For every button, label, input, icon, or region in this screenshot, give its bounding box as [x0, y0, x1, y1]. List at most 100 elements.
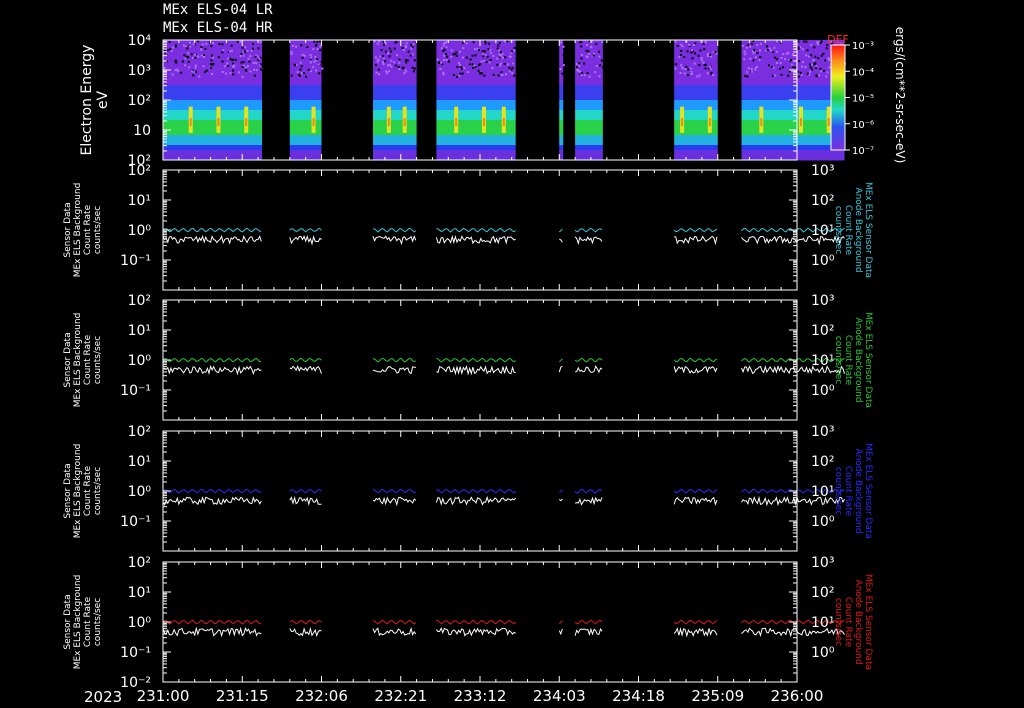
- spectrogram-speckle: [688, 43, 691, 46]
- spectrogram-speckle: [300, 72, 303, 75]
- right-y-tick-label: 10²: [811, 323, 834, 339]
- spectrogram-speckle: [301, 56, 304, 59]
- spectrogram-speckle: [316, 57, 319, 60]
- spectrogram-speckle: [227, 64, 230, 67]
- y-tick-label: 10²: [128, 424, 151, 440]
- spectrogram-speckle: [239, 40, 242, 43]
- spectrogram-speckle: [703, 48, 706, 51]
- spectrogram-speckle: [775, 58, 778, 61]
- line-panels-layer: [162, 227, 845, 638]
- spectrogram-speckle: [436, 58, 439, 61]
- spectrogram-speckle: [443, 42, 446, 45]
- y-label-line: Count Rate: [83, 465, 93, 516]
- spectrogram-speckle: [744, 75, 747, 78]
- spectrogram-speckle: [712, 73, 715, 76]
- spectrogram-speckle: [411, 53, 414, 56]
- spectrogram-cell: [575, 125, 603, 131]
- spectrogram-speckle: [559, 41, 562, 44]
- spectrogram-speckle: [384, 50, 387, 53]
- spectrogram-speckle: [201, 43, 204, 46]
- spectrogram-speckle: [810, 54, 813, 57]
- spectrogram-speckle: [312, 66, 315, 69]
- spectrogram-speckle: [320, 61, 323, 64]
- spectrogram-cell: [436, 145, 516, 151]
- spectrogram-speckle: [187, 56, 190, 59]
- spectrogram-y-tick-label: 10⁴: [128, 33, 152, 49]
- spectrogram-speckle: [791, 52, 794, 55]
- spectrogram-speckle: [484, 40, 487, 43]
- spectrogram-speckle: [398, 61, 401, 64]
- spectrogram-speckle: [805, 40, 808, 43]
- spectrogram-speckle: [246, 49, 249, 52]
- spectrogram-speckle: [188, 41, 191, 44]
- spectrogram-speckle: [815, 66, 818, 69]
- series-line: [289, 626, 322, 638]
- spectrogram-speckle: [814, 55, 817, 58]
- right-label-line: Anode Background: [853, 579, 863, 664]
- spectrogram-speckle: [405, 70, 408, 73]
- spectrogram-speckle: [313, 40, 316, 43]
- spectrogram-cell: [575, 45, 603, 51]
- spectrogram-speckle: [766, 49, 769, 52]
- spectrogram-speckle: [780, 73, 783, 76]
- spectrogram-speckle: [706, 55, 709, 58]
- spectrogram-speckle: [405, 46, 408, 49]
- spectrogram-speckle: [752, 52, 755, 55]
- series-line: [436, 365, 516, 376]
- spectrogram-cell: [559, 140, 564, 146]
- spectrogram-speckle: [674, 40, 677, 43]
- x-tick-label: 234:03: [533, 687, 586, 705]
- spectrogram-speckle: [300, 65, 303, 68]
- spectrogram-speckle: [393, 61, 396, 64]
- spectrogram-cell: [575, 110, 603, 116]
- spectrogram-cell: [741, 75, 845, 81]
- spectrogram-speckle: [506, 40, 509, 43]
- spectrogram-speckle: [797, 46, 800, 49]
- spectrogram-speckle: [376, 42, 379, 45]
- spectrogram-speckle: [168, 40, 171, 43]
- colorbar-tick-label: 10⁻³: [852, 41, 874, 52]
- spectrogram-speckle: [255, 62, 258, 65]
- spectrogram-speckle: [744, 53, 747, 56]
- spectrogram-speckle: [191, 56, 194, 59]
- spectrogram-speckle: [398, 68, 401, 71]
- spectrogram-cell: [163, 150, 263, 156]
- spectrogram-speckle: [227, 57, 230, 60]
- right-y-tick-label: 10¹: [811, 223, 834, 239]
- spectrogram-cell: [559, 80, 564, 86]
- right-label-line: Count Rate: [843, 597, 853, 648]
- spectrogram-speckle: [509, 55, 512, 58]
- spectrogram-speckle: [244, 46, 247, 49]
- y-tick-label: 10¹: [128, 454, 151, 470]
- spectrogram-speckle: [309, 61, 312, 64]
- spectrogram-speckle: [249, 55, 252, 58]
- spectrogram-speckle: [292, 44, 295, 47]
- spectrogram-speckle: [232, 69, 235, 72]
- spectrogram-speckle: [388, 47, 391, 50]
- spectrogram-speckle: [822, 69, 825, 72]
- spectrogram-speckle: [316, 40, 319, 43]
- spectrogram-speckle: [189, 45, 192, 48]
- spectrogram-speckle: [205, 42, 208, 45]
- spectrogram-speckle: [318, 72, 321, 75]
- spectrogram-burst-core: [455, 118, 458, 127]
- right-y-tick-label: 10¹: [811, 484, 834, 500]
- spectrogram-speckle: [303, 54, 306, 57]
- spectrogram-speckle: [497, 44, 500, 47]
- spectrogram-speckle: [472, 41, 475, 44]
- y-tick-label: 10⁻¹: [120, 253, 151, 269]
- spectrogram-speckle: [193, 53, 196, 56]
- spectrogram-cell: [289, 100, 322, 106]
- spectrogram-speckle: [788, 70, 791, 73]
- spectrogram-speckle: [767, 64, 770, 67]
- spectrogram-speckle: [594, 71, 597, 74]
- spectrogram-speckle: [710, 72, 713, 75]
- series-line: [162, 488, 262, 494]
- spectrogram-speckle: [595, 65, 598, 68]
- spectrogram-speckle: [377, 58, 380, 61]
- spectrogram-speckle: [373, 40, 376, 43]
- spectrogram-speckle: [782, 53, 785, 56]
- spectrogram-speckle: [499, 54, 502, 57]
- spectrogram-speckle: [813, 46, 816, 49]
- spectrogram-speckle: [704, 41, 707, 44]
